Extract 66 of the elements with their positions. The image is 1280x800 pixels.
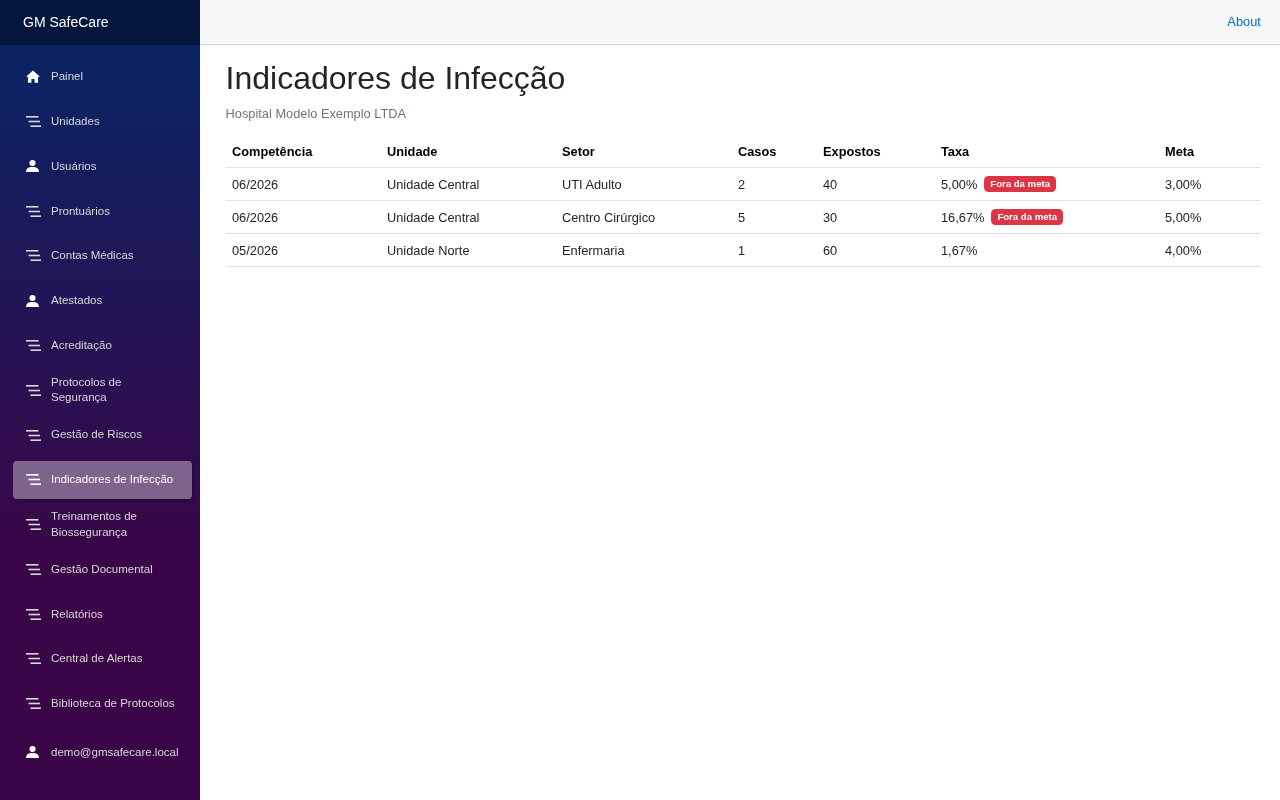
nav-link[interactable]: Central de Alertas: [13, 639, 192, 679]
nav-link[interactable]: Painel: [13, 57, 192, 96]
table-cell-text: 06/2026: [232, 208, 279, 227]
table-cell-text: 05/2026: [232, 241, 279, 260]
table-cell-text: 5,00%: [1165, 208, 1202, 227]
list-icon: [26, 205, 41, 217]
list-icon: [26, 474, 41, 486]
nav-link[interactable]: Protocolos de Segurança: [13, 371, 192, 410]
table-cell-text: 60: [823, 241, 838, 260]
list-icon: [26, 563, 41, 575]
column-header: Setor: [562, 142, 595, 161]
nav-link[interactable]: Treinamentos de Biossegurança: [13, 505, 192, 544]
nav-link[interactable]: Prontuários: [13, 191, 192, 231]
brand-name: GM SafeCare: [23, 14, 109, 31]
table-cell-text: Enfermaria: [562, 241, 625, 260]
column-header: Casos: [738, 142, 777, 161]
nav-link[interactable]: Gestão Documental: [13, 550, 192, 589]
table-cell-text: 3,00%: [1165, 175, 1202, 194]
table-cell-text: 40: [823, 175, 838, 194]
about-link[interactable]: About: [1227, 14, 1261, 30]
list-icon: [26, 429, 41, 441]
table-cell-text: 06/2026: [232, 175, 279, 194]
list-icon: [26, 653, 41, 665]
table-cell-text: Centro Cirúrgico: [562, 208, 656, 227]
table-cell-text: 30: [823, 208, 838, 227]
status-badge: Fora da meta: [984, 175, 1056, 193]
list-icon: [26, 339, 41, 351]
nav-link[interactable]: Unidades: [13, 102, 192, 141]
table-cell-text: Unidade Central: [387, 175, 480, 194]
user-icon: [26, 160, 39, 173]
list-icon: [26, 698, 41, 710]
table-cell-text: 5: [738, 208, 746, 227]
user-icon: [26, 294, 39, 307]
column-header: Competência: [232, 142, 313, 161]
user-icon: [26, 745, 39, 758]
list-icon: [26, 384, 41, 396]
column-header: Unidade: [387, 142, 438, 161]
nav-link[interactable]: Indicadores de Infecção: [13, 460, 192, 499]
nav-link[interactable]: Atestados: [13, 281, 192, 320]
list-icon: [26, 116, 41, 128]
list-icon: [26, 519, 41, 531]
page-title: Indicadores de Infecção: [225, 58, 567, 98]
table-cell-text: 1: [738, 241, 746, 260]
nav-link[interactable]: Relatórios: [13, 594, 192, 634]
table-cell-text: 2: [738, 175, 746, 194]
list-icon: [26, 608, 41, 620]
table-cell-text: 1,67%: [941, 241, 978, 260]
nav-link[interactable]: Usuários: [13, 147, 192, 186]
table-cell-text: Unidade Central: [387, 208, 480, 227]
table-cell-text: 5,00%: [941, 175, 978, 194]
list-icon: [26, 250, 41, 262]
page-subtitle: Hospital Modelo Exemplo LTDA: [225, 104, 407, 123]
column-header: Meta: [1165, 142, 1195, 161]
table-cell-text: 16,67%: [941, 208, 985, 227]
home-icon: [26, 70, 40, 84]
nav-link[interactable]: Gestão de Riscos: [13, 415, 192, 455]
table-cell-text: UTI Adulto: [562, 175, 622, 194]
column-header: Expostos: [823, 142, 881, 161]
nav-link[interactable]: Acreditação: [13, 326, 192, 365]
account-link[interactable]: demo@gmsafecare.local: [13, 732, 192, 771]
nav-link[interactable]: Contas Médicas: [13, 236, 192, 276]
column-header: Taxa: [941, 142, 970, 161]
table-cell-text: Unidade Norte: [387, 241, 470, 260]
status-badge: Fora da meta: [991, 208, 1064, 226]
nav-link[interactable]: Biblioteca de Protocolos: [13, 684, 192, 723]
table-cell-text: 4,00%: [1165, 241, 1202, 260]
